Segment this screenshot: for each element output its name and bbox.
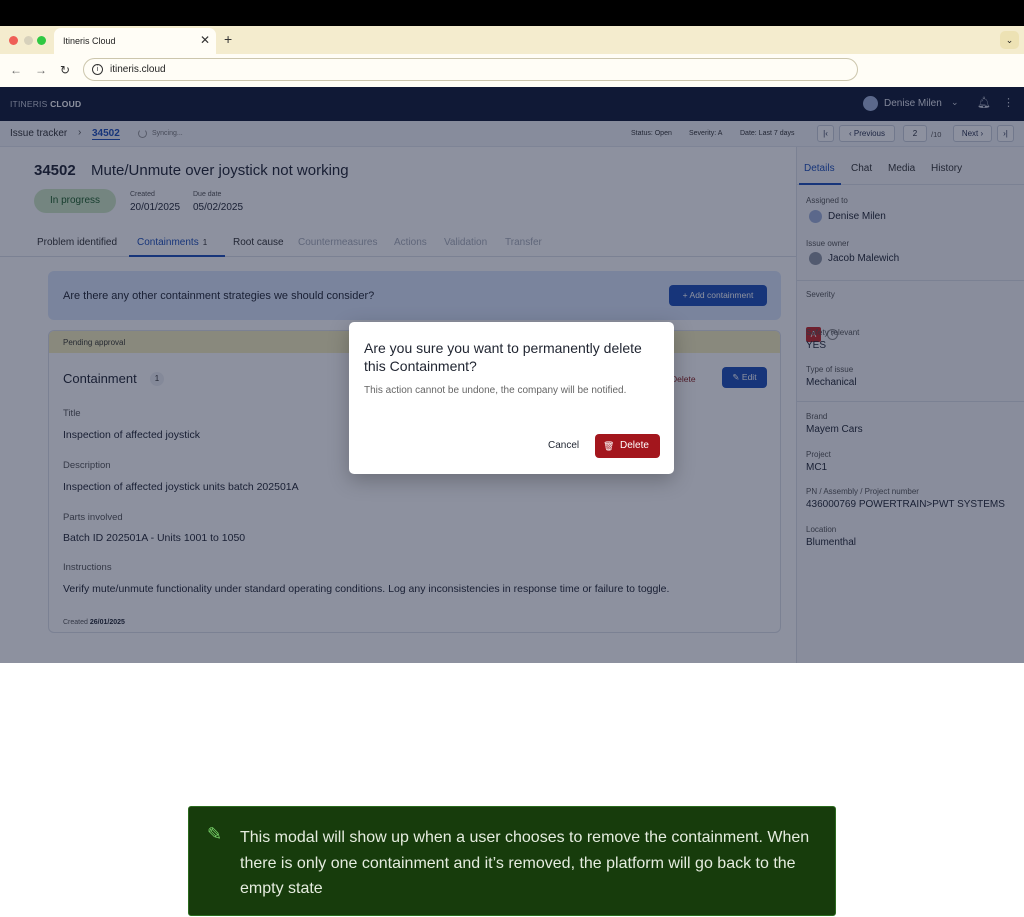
- modal-body: This action cannot be undone, the compan…: [364, 385, 627, 396]
- screen-top-bar: [0, 0, 1024, 26]
- forward-arrow-icon[interactable]: →: [35, 63, 47, 77]
- browser-tabstrip: Itineris Cloud ✕ + ⌄: [0, 26, 1024, 54]
- confirm-delete-button[interactable]: 🗑︎ Delete: [595, 434, 660, 458]
- modal-title: Are you sure you want to permanently del…: [364, 340, 642, 374]
- tab-list-chevron-icon[interactable]: ⌄: [1000, 31, 1019, 49]
- url-text[interactable]: itineris.cloud: [110, 64, 166, 75]
- back-arrow-icon[interactable]: ←: [10, 63, 22, 77]
- close-tab-icon[interactable]: ✕: [200, 33, 210, 47]
- cancel-button[interactable]: Cancel: [548, 440, 579, 451]
- annotation-note: ✎ This modal will show up when a user ch…: [188, 806, 836, 916]
- note-text: This modal will show up when a user choo…: [240, 829, 810, 897]
- trash-icon: 🗑︎: [603, 441, 615, 451]
- browser-tab-title: Itineris Cloud: [63, 36, 116, 46]
- delete-confirm-modal: Are you sure you want to permanently del…: [349, 322, 674, 474]
- site-info-icon[interactable]: i: [92, 64, 103, 75]
- new-tab-icon[interactable]: +: [224, 31, 232, 47]
- pencil-icon: ✎: [207, 824, 223, 844]
- browser-chrome: Itineris Cloud ✕ + ⌄ ← → ↻ i itineris.cl…: [0, 26, 1024, 87]
- browser-tab[interactable]: Itineris Cloud ✕: [54, 28, 216, 54]
- address-bar[interactable]: i itineris.cloud: [83, 58, 858, 81]
- app-window: ITINERIS CLOUD Denise Milen ⌄ 🔔︎ ⋮ Issue…: [0, 87, 1024, 663]
- address-row: ← → ↻ i itineris.cloud: [0, 54, 1024, 87]
- window-close-dot[interactable]: [9, 36, 18, 45]
- reload-icon[interactable]: ↻: [60, 63, 70, 77]
- window-maximize-dot[interactable]: [37, 36, 46, 45]
- window-minimize-dot[interactable]: [24, 36, 33, 45]
